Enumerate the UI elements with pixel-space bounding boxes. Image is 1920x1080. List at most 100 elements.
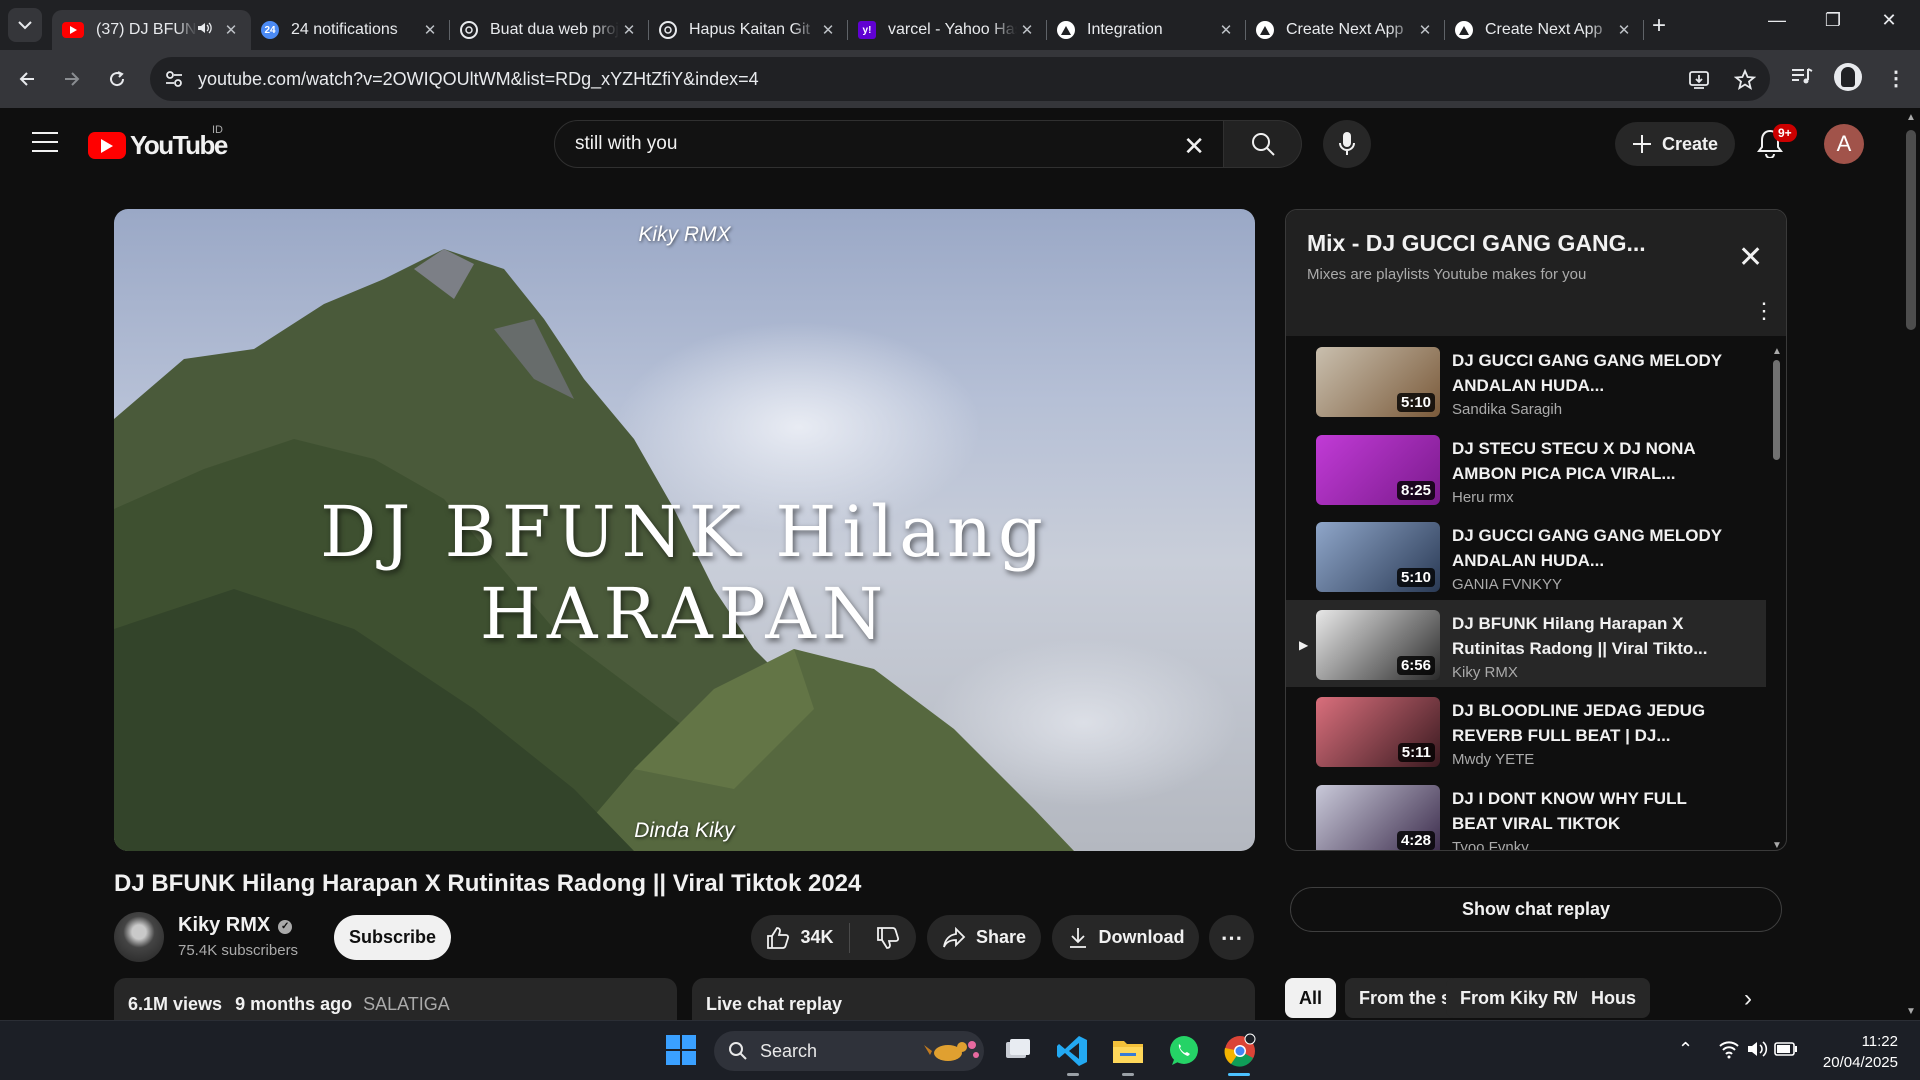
volume-icon[interactable] — [1746, 1039, 1768, 1059]
microphone-icon — [1339, 132, 1355, 155]
scroll-down-icon[interactable]: ▼ — [1772, 840, 1782, 850]
youtube-icon — [62, 22, 84, 38]
restore-button[interactable]: ❐ — [1818, 10, 1848, 31]
file-explorer-icon[interactable] — [1110, 1033, 1146, 1069]
create-button[interactable]: Create — [1615, 122, 1735, 166]
battery-icon[interactable] — [1774, 1042, 1798, 1056]
close-tab-icon[interactable]: ✕ — [420, 21, 440, 39]
search-button[interactable] — [1224, 120, 1302, 168]
page-scroll-up-icon[interactable]: ▲ — [1906, 112, 1916, 123]
close-tab-icon[interactable]: ✕ — [221, 21, 241, 39]
voice-search-button[interactable] — [1323, 120, 1371, 168]
search-input[interactable]: still with you ✕ — [554, 120, 1224, 168]
scroll-up-icon[interactable]: ▲ — [1772, 346, 1782, 357]
browser-tab[interactable]: Integration ✕ — [1047, 10, 1246, 50]
close-playlist-icon[interactable]: ✕ — [1738, 240, 1763, 275]
dislike-button[interactable] — [859, 915, 916, 960]
filter-chip[interactable]: All — [1285, 978, 1337, 1018]
minimize-button[interactable]: — — [1762, 10, 1792, 31]
video-player[interactable]: Kiky RMX DJ BFUNK Hilang HARAPAN Dinda K… — [114, 209, 1255, 851]
windows-start-icon[interactable] — [666, 1035, 696, 1065]
browser-menu-icon[interactable]: ⋮ — [1886, 66, 1906, 91]
back-button[interactable] — [12, 64, 42, 94]
playlist-item[interactable]: 5:11 DJ BLOODLINE JEDAG JEDUG REVERB FULL… — [1286, 687, 1766, 774]
browser-tab[interactable]: Create Next App ✕ — [1246, 10, 1445, 50]
playlist-item[interactable]: ▶ 6:56 DJ BFUNK Hilang Harapan X Rutinitas… — [1286, 599, 1766, 687]
subscribe-button[interactable]: Subscribe — [334, 915, 451, 960]
media-control-icon[interactable] — [1790, 66, 1814, 88]
wifi-icon[interactable] — [1718, 1039, 1740, 1059]
more-actions-button[interactable]: ⋯ — [1209, 915, 1254, 960]
playlist-scrollbar[interactable]: ▲ ▼ — [1772, 346, 1782, 850]
close-tab-icon[interactable]: ✕ — [1614, 21, 1634, 39]
forward-button[interactable] — [57, 64, 87, 94]
playlist-scroll-thumb[interactable] — [1773, 360, 1780, 460]
browser-tab[interactable]: Create Next App ✕ — [1445, 10, 1644, 50]
browser-tab[interactable]: 24 24 notifications ✕ — [251, 10, 450, 50]
page-scroll-down-icon[interactable]: ▼ — [1906, 1006, 1916, 1017]
playlist-item[interactable]: 4:28 DJ I DONT KNOW WHY FULL BEAT VIRAL T… — [1286, 775, 1766, 850]
channel-name-link[interactable]: Kiky RMX ✓ — [178, 914, 293, 937]
browser-tab[interactable]: y! varcel - Yahoo Hasil ✕ — [848, 10, 1047, 50]
download-button[interactable]: Download — [1052, 915, 1199, 960]
tab-search-button[interactable] — [8, 8, 42, 42]
close-window-button[interactable]: ✕ — [1874, 10, 1904, 31]
page-scrollbar[interactable]: ▲ ▼ — [1902, 108, 1920, 1020]
subscriber-count: 75.4K subscribers — [178, 942, 299, 959]
taskbar-search[interactable]: Search — [714, 1031, 984, 1071]
bookmark-star-icon[interactable] — [1734, 69, 1756, 91]
menu-icon[interactable] — [32, 132, 58, 159]
youtube-logo[interactable]: YouTube — [88, 130, 228, 161]
playlist-thumbnail[interactable]: 5:10 — [1316, 347, 1440, 417]
playlist-more-icon[interactable]: ⋮ — [1753, 298, 1775, 324]
tab-audio-icon[interactable] — [197, 21, 213, 40]
filter-chip[interactable]: Hous — [1577, 978, 1650, 1018]
site-info-icon[interactable] — [164, 69, 184, 89]
browser-tab[interactable]: (37) DJ BFUNK Hilang Harapan ✕ — [52, 10, 251, 50]
search-icon — [1251, 133, 1275, 156]
close-tab-icon[interactable]: ✕ — [818, 21, 838, 39]
browser-tab[interactable]: Hapus Kaitan Git ✕ — [649, 10, 848, 50]
show-chat-replay-button[interactable]: Show chat replay — [1290, 887, 1782, 932]
taskbar-search-icon — [729, 1042, 747, 1060]
address-bar[interactable]: youtube.com/watch?v=2OWIQOUltWM&list=RDg… — [150, 57, 1770, 101]
close-tab-icon[interactable]: ✕ — [1017, 21, 1037, 39]
task-view-icon[interactable] — [1000, 1033, 1036, 1069]
video-caption-top: Kiky RMX — [638, 223, 731, 246]
arrow-left-icon — [19, 72, 34, 86]
whatsapp-icon[interactable] — [1166, 1033, 1202, 1069]
show-hidden-icons-chevron-icon[interactable]: ⌃ — [1678, 1039, 1693, 1060]
playlist-item-channel: Kiky RMX — [1452, 663, 1518, 681]
browser-tab[interactable]: Buat dua web project✕ — [450, 10, 649, 50]
playlist-item[interactable]: 5:10 DJ GUCCI GANG GANG MELODY ANDALAN HU… — [1286, 337, 1766, 424]
taskbar-clock[interactable]: 11:22 20/04/2025 — [1808, 1031, 1898, 1073]
playlist-thumbnail[interactable]: 6:56 — [1316, 609, 1440, 680]
close-tab-icon[interactable]: ✕ — [1415, 21, 1435, 39]
new-tab-button[interactable]: + — [1652, 12, 1666, 40]
playlist-item[interactable]: 5:10 DJ GUCCI GANG GANG MELODY ANDALAN HU… — [1286, 512, 1766, 599]
page-scroll-thumb[interactable] — [1906, 130, 1916, 330]
install-app-icon[interactable] — [1688, 69, 1710, 91]
clear-search-icon[interactable]: ✕ — [1183, 131, 1205, 162]
download-label: Download — [1098, 927, 1185, 947]
profile-avatar[interactable] — [1834, 63, 1862, 91]
playlist-thumbnail[interactable]: 4:28 — [1316, 784, 1440, 850]
like-button[interactable]: 34K — [751, 915, 849, 960]
vscode-icon[interactable] — [1055, 1033, 1091, 1069]
channel-avatar[interactable] — [114, 912, 164, 962]
playlist-title[interactable]: Mix - DJ GUCCI GANG GANG... — [1307, 230, 1646, 257]
playlist-item[interactable]: 8:25 DJ STECU STECU X DJ NONA AMBON PICA … — [1286, 425, 1766, 512]
account-avatar[interactable]: A — [1824, 124, 1864, 164]
playlist-item-title: DJ GUCCI GANG GANG MELODY ANDALAN HUDA..… — [1452, 526, 1722, 570]
playlist-item-title: DJ I DONT KNOW WHY FULL BEAT VIRAL TIKTO… — [1452, 788, 1687, 833]
playlist-thumbnail[interactable]: 5:11 — [1316, 697, 1440, 767]
video-title: DJ BFUNK Hilang Harapan X Rutinitas Rado… — [114, 870, 862, 897]
close-tab-icon[interactable]: ✕ — [1216, 21, 1236, 39]
close-tab-icon[interactable]: ✕ — [619, 21, 639, 39]
playlist-thumbnail[interactable]: 8:25 — [1316, 434, 1440, 505]
share-button[interactable]: Share — [927, 915, 1041, 960]
chrome-icon[interactable] — [1222, 1033, 1258, 1069]
playlist-thumbnail[interactable]: 5:10 — [1316, 522, 1440, 592]
chips-next-arrow-icon[interactable]: › — [1744, 985, 1752, 1013]
reload-button[interactable] — [102, 64, 132, 94]
